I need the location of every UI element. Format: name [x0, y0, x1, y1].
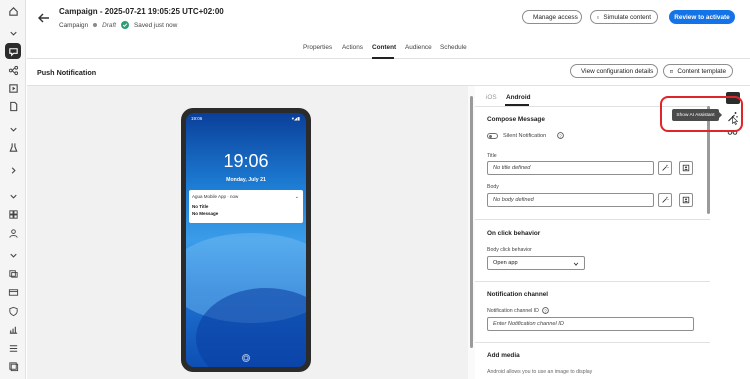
title-input[interactable]: No title defined [487, 161, 654, 175]
status-dot [93, 23, 98, 27]
view-configuration-button[interactable]: View configuration details [570, 64, 658, 78]
chevron-down-icon[interactable] [0, 188, 26, 204]
shield-icon[interactable] [0, 303, 26, 319]
channel-heading: Notification channel [487, 291, 549, 298]
ai-generate-body-button[interactable] [658, 193, 672, 207]
assets-icon[interactable] [0, 265, 26, 281]
channel-id-input[interactable]: Enter Notification channel ID [487, 317, 694, 331]
help-icon[interactable]: ? [542, 307, 549, 314]
review-to-activate-button[interactable]: Review to activate [669, 10, 735, 24]
manage-access-label: Manage access [533, 13, 578, 21]
status-bar-icons: ▾◢▮ [291, 116, 300, 121]
body-click-value: Open app [493, 260, 518, 266]
tab-actions[interactable]: Actions [342, 44, 363, 51]
personalization-icon [682, 196, 690, 204]
tab-properties[interactable]: Properties [303, 44, 332, 51]
lockscreen-clock: 19:06 [223, 151, 269, 171]
chevron-down-icon[interactable] [0, 247, 26, 263]
body-input[interactable]: No body defined [487, 193, 654, 207]
grid-icon[interactable] [0, 206, 26, 222]
body-label: Body [487, 184, 499, 190]
svg-text:?: ? [559, 133, 562, 138]
chevron-right-icon[interactable] [0, 162, 26, 178]
silent-notification-label: Silent Notification [503, 133, 547, 139]
personalize-title-button[interactable] [679, 161, 693, 175]
tab-schedule[interactable]: Schedule [440, 44, 467, 51]
phone-mockup: 19:06 ▾◢▮ 19:06 Monday, July 21 Agua Mob… [181, 108, 311, 372]
channel-id-label: Notification channel ID [487, 308, 539, 314]
title-label: Title [487, 153, 497, 159]
notification-title: No Title [192, 204, 209, 209]
fingerprint-icon [242, 354, 250, 362]
chevron-down-icon[interactable] [0, 121, 26, 137]
preview-icon [597, 16, 600, 18]
back-arrow-icon[interactable] [37, 11, 51, 25]
saved-status: Saved just now [134, 21, 178, 29]
help-icon[interactable]: ? [557, 132, 564, 139]
personalize-body-button[interactable] [679, 193, 693, 207]
divider [475, 219, 710, 220]
layers-icon[interactable] [0, 358, 26, 374]
tab-content[interactable]: Content [372, 44, 396, 51]
media-icon[interactable] [0, 80, 26, 96]
compose-heading: Compose Message [487, 116, 545, 123]
flask-icon[interactable] [0, 139, 26, 155]
device-preview-area: 19:06 ▾◢▮ 19:06 Monday, July 21 Agua Mob… [27, 86, 468, 379]
notification-message: No Message [192, 211, 219, 216]
audience-icon[interactable] [0, 225, 26, 241]
phone-screen: 19:06 ▾◢▮ 19:06 Monday, July 21 Agua Mob… [186, 113, 306, 367]
highlight-box [660, 96, 743, 132]
ai-generate-title-button[interactable] [658, 161, 672, 175]
simulate-content-button[interactable]: Simulate content [590, 10, 658, 24]
card-icon[interactable] [0, 284, 26, 300]
content-template-label: Content template [677, 67, 726, 75]
chart-icon[interactable] [0, 321, 26, 337]
simulate-content-label: Simulate content [603, 13, 651, 21]
status-bar-time: 19:06 [191, 116, 203, 121]
section-bar: Push Notification View configuration det… [27, 59, 750, 86]
chevron-down-icon: ⌄ [294, 194, 299, 200]
view-configuration-label: View configuration details [581, 67, 654, 75]
campaign-nav-icon[interactable] [5, 43, 21, 59]
lockscreen-date: Monday, July 21 [226, 177, 266, 183]
body-click-label: Body click behavior [487, 247, 532, 253]
personalization-icon [682, 164, 690, 172]
preview-scrollbar[interactable] [468, 86, 475, 379]
silent-notification-toggle[interactable] [487, 133, 498, 139]
svg-text:?: ? [544, 308, 547, 313]
magic-wand-icon [662, 164, 669, 171]
left-nav-rail [0, 0, 26, 379]
campaign-tabs: Properties Actions Content Audience Sche… [27, 38, 750, 59]
chevron-down-icon [573, 262, 579, 266]
breadcrumb: Campaign Draft Saved just now [59, 21, 177, 29]
magic-wand-icon [662, 196, 669, 203]
onclick-heading: On click behavior [487, 230, 541, 237]
section-title: Push Notification [37, 68, 97, 77]
preview-scrollbar-thumb[interactable] [470, 96, 473, 348]
divider [475, 281, 710, 282]
home-icon[interactable] [0, 3, 26, 19]
template-icon [670, 69, 674, 73]
page-title: Campaign - 2025-07-21 19:05:25 UTC+02:00 [59, 7, 224, 16]
chevron-down-icon[interactable] [0, 25, 26, 41]
notification-app: Agua Mobile App · now [192, 194, 239, 199]
content-template-button[interactable]: Content template [663, 64, 733, 78]
tab-audience[interactable]: Audience [405, 44, 432, 51]
add-media-heading: Add media [487, 352, 520, 359]
document-icon[interactable] [0, 98, 26, 114]
status-badge: Draft [102, 21, 116, 29]
tab-ios[interactable]: iOS [486, 94, 497, 101]
add-media-description: Android allows you to use an image to di… [487, 369, 593, 375]
check-icon [121, 21, 129, 29]
list-icon[interactable] [0, 340, 26, 356]
breadcrumb-campaign[interactable]: Campaign [59, 22, 88, 29]
journey-icon[interactable] [0, 62, 26, 78]
tab-android[interactable]: Android [506, 94, 531, 101]
notification-card: Agua Mobile App · now ⌄ No Title No Mess… [189, 190, 303, 223]
manage-access-button[interactable]: Manage access [522, 10, 582, 24]
body-click-select[interactable]: Open app [487, 256, 585, 270]
divider [475, 342, 710, 343]
